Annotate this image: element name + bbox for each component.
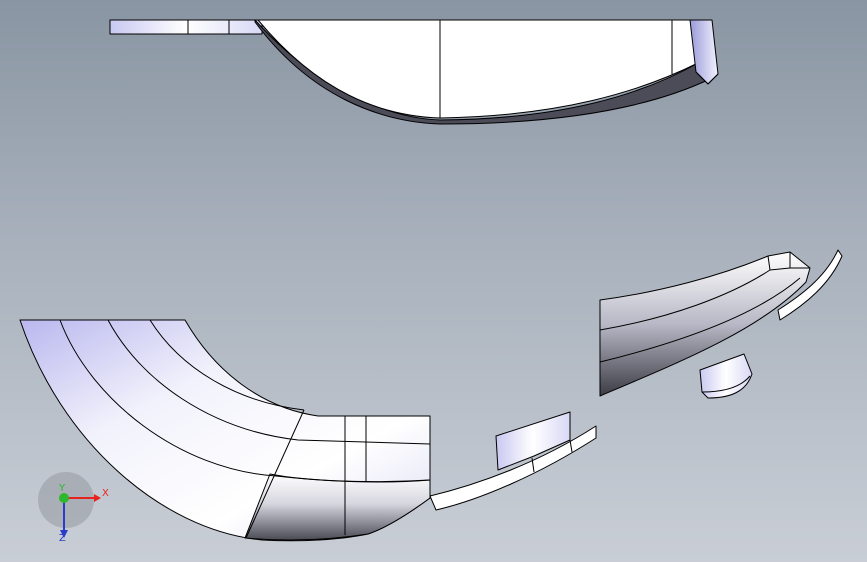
coordinate-triad (38, 472, 101, 538)
triad-x-label: X (102, 488, 109, 499)
x-arrow-icon (94, 494, 101, 502)
cad-model-scene[interactable] (0, 0, 867, 562)
right-small-fragment[interactable] (699, 353, 753, 399)
y-axis-dot (59, 493, 69, 503)
triad-z-label: Z (59, 533, 66, 544)
graphics-viewport[interactable]: X Y Z (0, 0, 867, 562)
triad-y-label: Y (59, 483, 66, 494)
top-arc-profile[interactable] (109, 19, 719, 125)
